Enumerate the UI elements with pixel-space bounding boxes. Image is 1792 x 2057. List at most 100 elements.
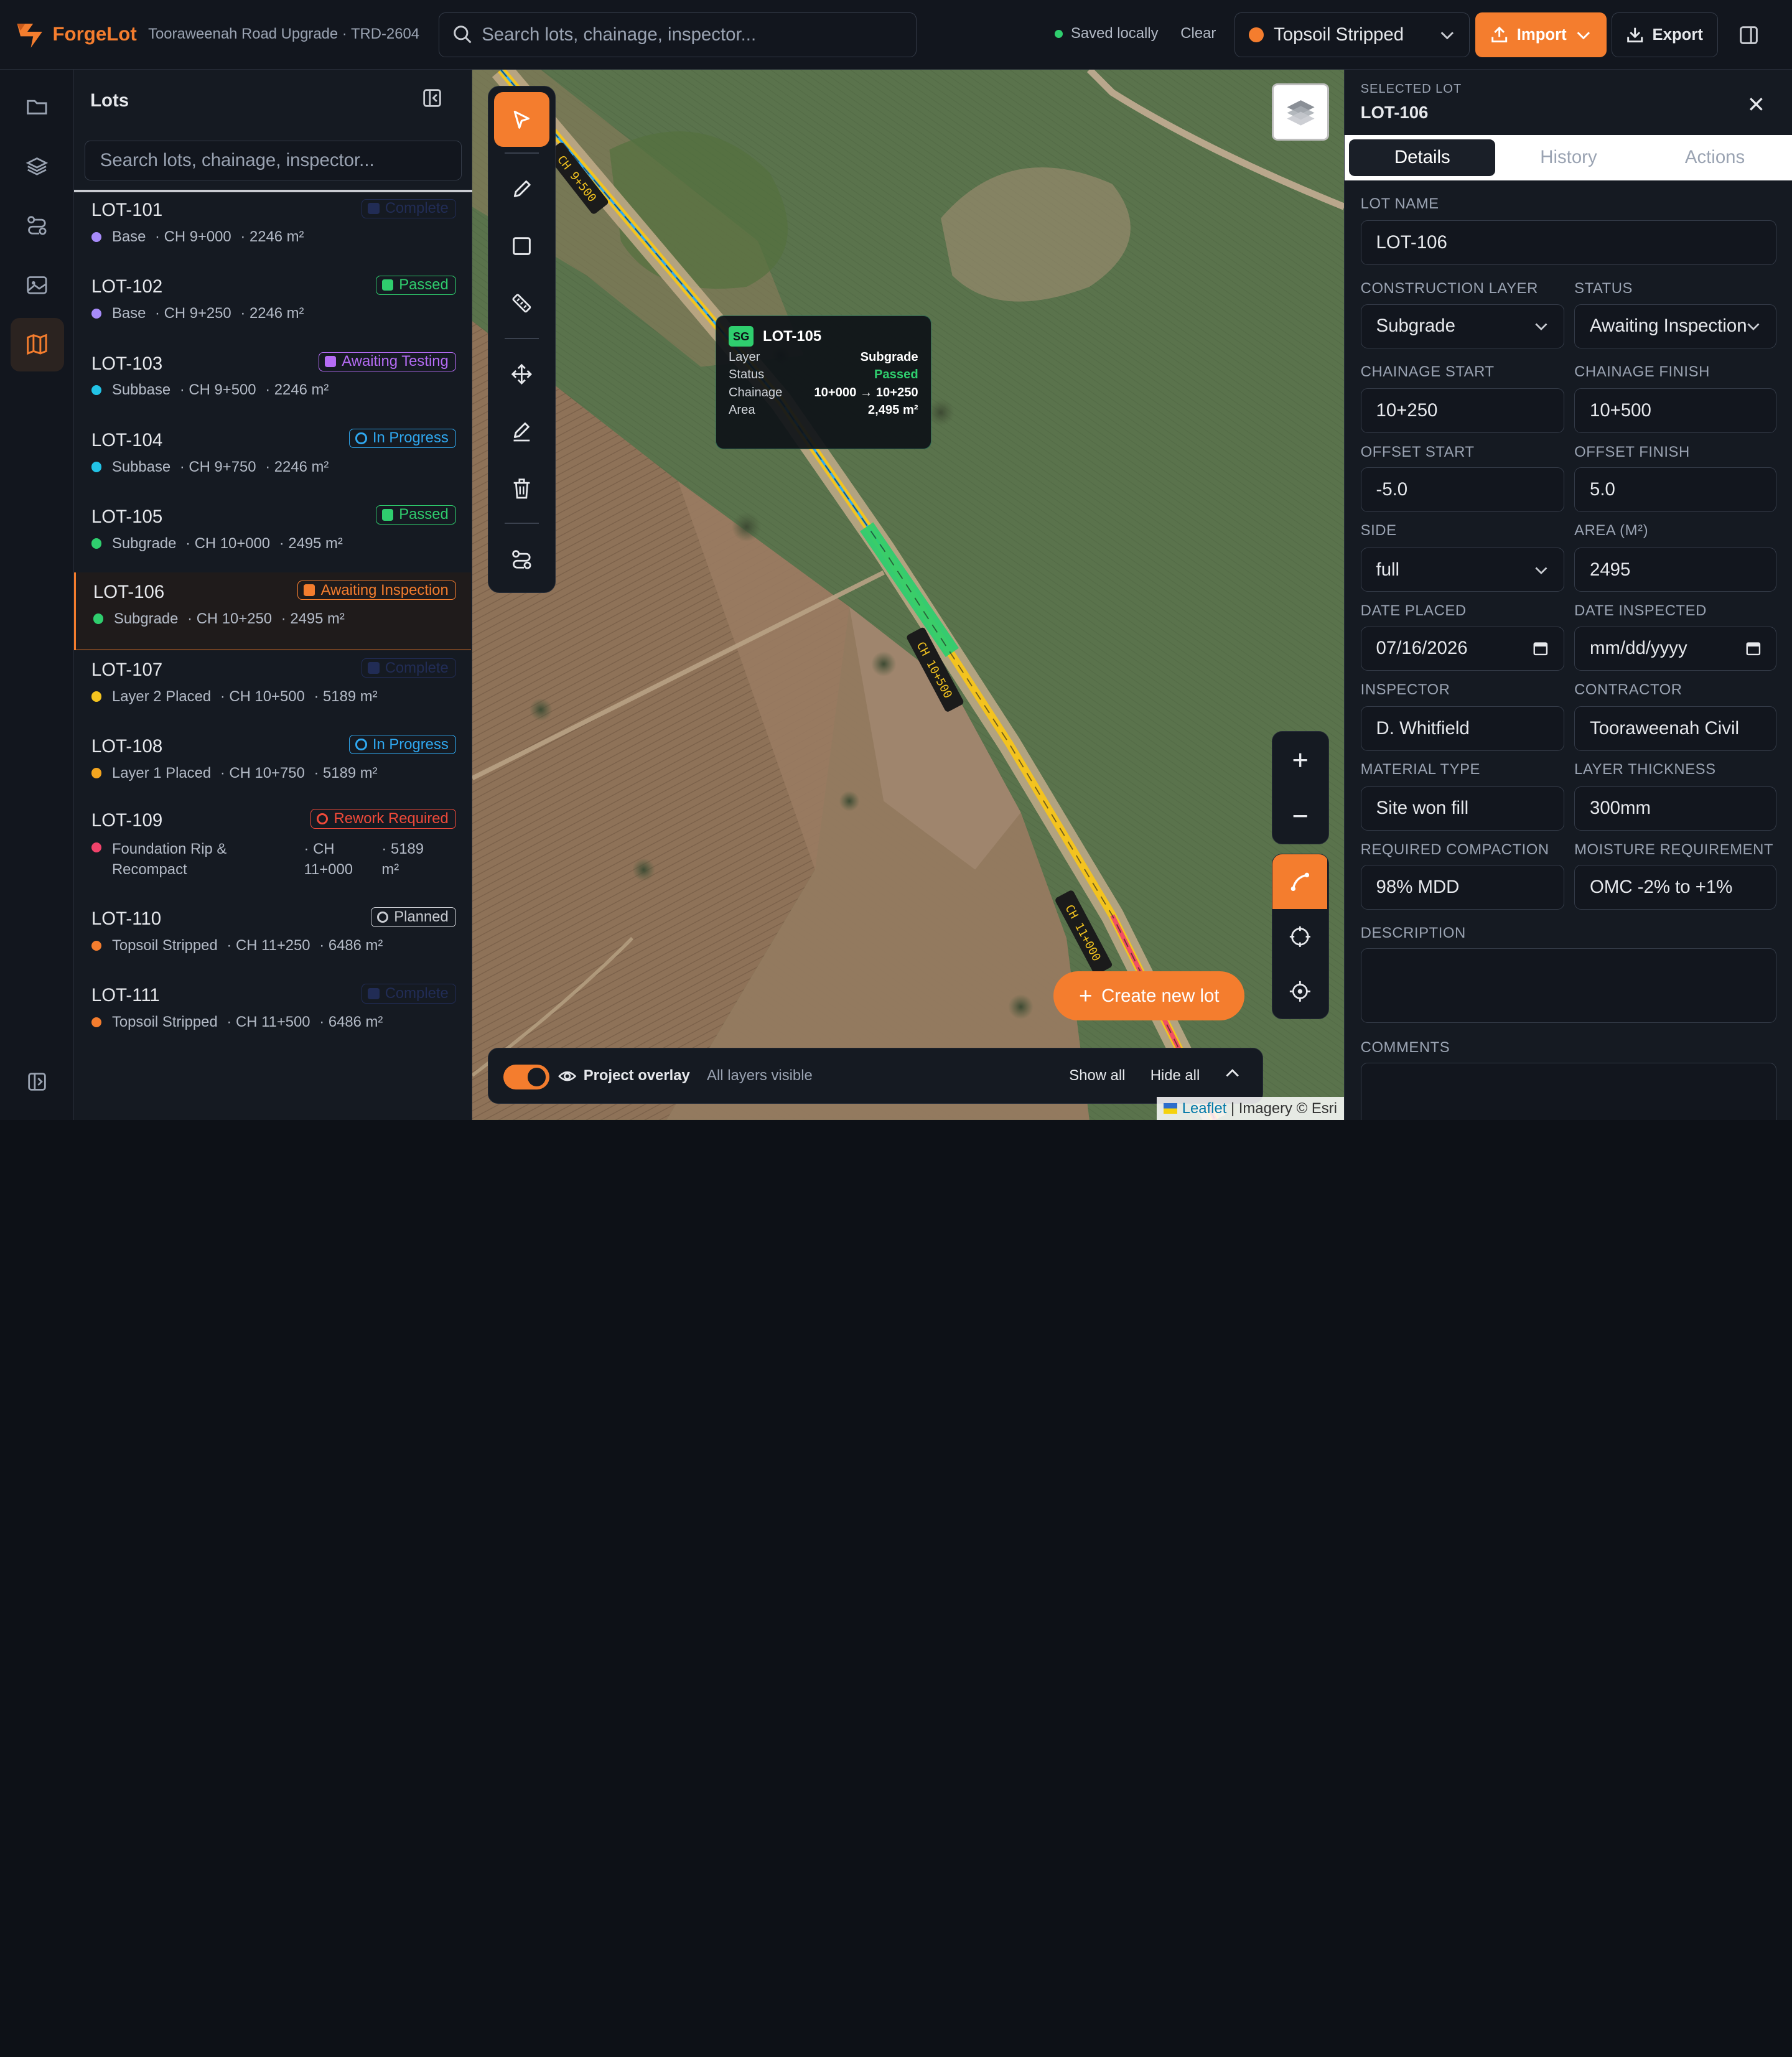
lot-row[interactable]: LOT-108 In Progress Layer 1 Placed · CH 10+… xyxy=(74,727,470,801)
delete-tool-button[interactable] xyxy=(494,461,549,516)
chevron-down-icon xyxy=(1747,323,1760,331)
lot-row[interactable]: LOT-107 Complete Layer 2 Placed · CH 10+500… xyxy=(74,650,470,727)
required-compaction-field[interactable]: 98% MDD xyxy=(1360,865,1564,910)
select-tool-button[interactable] xyxy=(494,91,549,147)
lots-search[interactable] xyxy=(84,140,462,181)
route-tool-button[interactable] xyxy=(494,532,549,587)
rail-route-button[interactable] xyxy=(11,199,64,253)
lot-row[interactable]: LOT-111 Complete Topsoil Stripped · CH 11+5… xyxy=(74,976,470,1053)
hide-all-button[interactable]: Hide all xyxy=(1150,1067,1200,1084)
date-inspected-field[interactable]: mm/dd/yyyy xyxy=(1574,626,1777,671)
trace-alignment-button[interactable] xyxy=(1272,854,1328,910)
date-placed-field[interactable]: 07/16/2026 xyxy=(1360,626,1564,671)
locate-me-button[interactable] xyxy=(1272,964,1327,1019)
lot-layer: Foundation Rip & Recompact xyxy=(111,841,227,879)
project-overlay-toggle[interactable] xyxy=(503,1064,549,1090)
moisture-requirement-field[interactable]: OMC -2% to +1% xyxy=(1574,865,1777,910)
status-icon xyxy=(355,432,367,444)
tab-actions[interactable]: Actions xyxy=(1641,139,1788,176)
inspector-field[interactable]: D. Whitfield xyxy=(1360,706,1564,751)
global-search-input[interactable] xyxy=(482,24,894,46)
zoom-in-button[interactable] xyxy=(1272,732,1327,788)
offset-finish-field[interactable]: 5.0 xyxy=(1574,467,1777,512)
construction-layer-select[interactable]: Subgrade xyxy=(1360,304,1564,349)
area-field[interactable]: 2495 xyxy=(1574,547,1777,592)
lot-row[interactable]: LOT-105 Passed Subgrade · CH 10+000 · 2495 m… xyxy=(74,497,470,572)
edit-tool-button[interactable] xyxy=(494,404,549,459)
ukraine-flag-icon xyxy=(1164,1103,1178,1114)
status-badge: Complete xyxy=(361,198,456,218)
status-badge: Passed xyxy=(375,505,456,525)
show-all-button[interactable]: Show all xyxy=(1069,1067,1125,1084)
export-label: Export xyxy=(1652,26,1703,44)
material-type-field[interactable]: Site won fill xyxy=(1360,786,1564,831)
center-map-button[interactable] xyxy=(1272,909,1327,964)
rail-expand-button[interactable] xyxy=(11,1055,64,1108)
zoom-out-button[interactable] xyxy=(1272,788,1327,844)
create-lot-label: Create new lot xyxy=(1101,985,1220,1006)
description-textarea[interactable] xyxy=(1360,948,1777,1023)
measure-tool-button[interactable] xyxy=(494,276,549,331)
status-icon xyxy=(304,584,315,596)
lot-id: LOT-105 xyxy=(91,506,163,527)
comments-textarea[interactable] xyxy=(1360,1063,1777,1120)
status-icon xyxy=(368,662,380,674)
lot-row[interactable]: LOT-110 Planned Topsoil Stripped · CH 11+25… xyxy=(74,899,470,976)
lot-row[interactable]: LOT-101 Complete Base · CH 9+000 · 2246 m² xyxy=(74,191,470,268)
basemap-layers-button[interactable] xyxy=(1272,83,1330,141)
collapse-lots-button[interactable] xyxy=(422,88,447,113)
close-detail-button[interactable] xyxy=(1745,93,1768,116)
leaflet-link[interactable]: Leaflet xyxy=(1182,1100,1227,1117)
lot-row[interactable]: LOT-102 Passed Base · CH 9+250 · 2246 m² xyxy=(74,268,470,344)
create-lot-button[interactable]: + Create new lot xyxy=(1053,971,1245,1021)
rail-map-button[interactable] xyxy=(10,317,64,371)
global-search[interactable] xyxy=(439,12,917,57)
lot-row[interactable]: LOT-103 Awaiting Testing Subbase · CH 9+500… xyxy=(74,344,470,421)
lot-meta: Subbase · CH 9+500 · 2246 m² xyxy=(91,381,338,399)
sidebar-expand-icon xyxy=(28,1073,46,1091)
export-button[interactable]: Export xyxy=(1611,12,1718,57)
lot-row[interactable]: LOT-109 Rework Required Foundation Rip & R… xyxy=(74,801,470,900)
map-canvas[interactable]: CH 9+500 CH 10+500 CH 11+000 SG LOT-105 … xyxy=(472,70,1344,1120)
brand[interactable]: ForgeLot Tooraweenah Road Upgrade · TRD-… xyxy=(14,15,419,54)
move-tool-button[interactable] xyxy=(494,347,549,402)
offset-start-field[interactable]: -5.0 xyxy=(1360,467,1564,512)
tab-details[interactable]: Details xyxy=(1349,139,1496,176)
lot-id: LOT-102 xyxy=(91,276,163,297)
lot-chainage: · CH 10+500 xyxy=(220,688,305,705)
side-select[interactable]: full xyxy=(1360,547,1564,592)
toolbar-divider xyxy=(504,152,539,154)
chevron-up-icon[interactable] xyxy=(1223,1065,1241,1083)
lot-layer: Subgrade xyxy=(111,534,177,552)
lot-layer: Layer 2 Placed xyxy=(111,688,212,705)
tab-history[interactable]: History xyxy=(1495,139,1641,176)
import-button[interactable]: Import xyxy=(1475,12,1607,57)
lot-name-field[interactable]: LOT-106 xyxy=(1360,220,1777,266)
active-layer-select[interactable]: Topsoil Stripped xyxy=(1234,12,1470,57)
rail-photos-button[interactable] xyxy=(11,258,64,312)
route-icon xyxy=(512,549,531,569)
toggle-side-panel-button[interactable] xyxy=(1734,21,1763,50)
rail-projects-button[interactable] xyxy=(11,80,64,134)
clear-button[interactable]: Clear xyxy=(1180,25,1216,42)
status-select[interactable]: Awaiting Inspection xyxy=(1574,304,1777,349)
contractor-field[interactable]: Tooraweenah Civil xyxy=(1574,706,1777,751)
rail-layers-button[interactable] xyxy=(11,139,64,193)
save-status-dot xyxy=(1055,29,1063,38)
draw-line-tool-button[interactable] xyxy=(494,162,549,217)
calendar-icon[interactable] xyxy=(1533,640,1549,656)
lot-row[interactable]: LOT-104 In Progress Subbase · CH 9+750 · 224… xyxy=(74,421,470,497)
chainage-start-field[interactable]: 10+250 xyxy=(1360,388,1564,434)
draw-rectangle-tool-button[interactable] xyxy=(494,219,549,274)
lot-row[interactable]: LOT-106 Awaiting Inspection Subgrade · CH 1… xyxy=(74,572,471,651)
layer-thickness-field[interactable]: 300mm xyxy=(1574,786,1777,831)
lot-chainage: · CH 9+750 xyxy=(179,458,256,475)
layer-color-dot xyxy=(93,613,104,624)
chainage-finish-field[interactable]: 10+500 xyxy=(1574,388,1777,434)
locate-icon xyxy=(1289,981,1310,1002)
lots-search-input[interactable] xyxy=(100,150,447,172)
eye-icon xyxy=(558,1071,577,1081)
calendar-icon[interactable] xyxy=(1745,640,1762,656)
lot-area: · 2495 m² xyxy=(279,534,343,552)
sidebar-right-icon xyxy=(1739,26,1758,45)
